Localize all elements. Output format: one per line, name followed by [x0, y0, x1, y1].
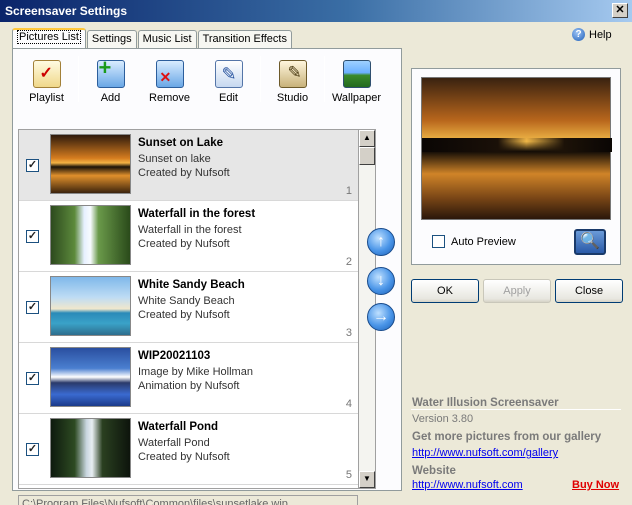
dialog-client: Pictures List Settings Music List Transi… [0, 22, 632, 505]
picture-thumbnail [50, 134, 131, 194]
window-title: Screensaver Settings [5, 4, 128, 18]
magnify-icon[interactable]: 🔍 [574, 229, 606, 255]
tab-music-list[interactable]: Music List [137, 30, 197, 48]
ok-button[interactable]: OK [411, 279, 479, 303]
tab-pictures-list[interactable]: Pictures List [12, 28, 86, 48]
item-index: 1 [345, 185, 352, 197]
product-version: Version 3.80 [412, 413, 474, 425]
item-description: White Sandy Beach [138, 295, 235, 307]
list-item[interactable]: ✓ Waterfall Pond Waterfall Pond Created … [19, 414, 358, 485]
item-credit: Created by Nufsoft [138, 167, 230, 179]
toolbar-separator [324, 56, 325, 102]
close-button[interactable]: Close [555, 279, 623, 303]
item-checkbox[interactable]: ✓ [26, 159, 39, 172]
move-right-button[interactable]: → [367, 303, 395, 331]
scroll-down-icon[interactable]: ▼ [359, 471, 375, 488]
item-credit: Created by Nufsoft [138, 238, 230, 250]
pictures-list-panel: Playlist Add Remove Edit Studio [12, 48, 402, 505]
item-description: Waterfall Pond [138, 437, 210, 449]
list-item[interactable]: ✓ Waterfall in the forest Waterfall in t… [19, 201, 358, 272]
add-picture-icon [96, 55, 125, 88]
tab-label: Pictures List [17, 30, 81, 44]
wallpaper-label: Wallpaper [331, 92, 382, 104]
gallery-text: Get more pictures from our gallery [412, 431, 602, 443]
wallpaper-icon [342, 60, 371, 88]
product-name: Water Illusion Screensaver [412, 397, 559, 409]
list-item[interactable]: ✓ Sunset on Lake Sunset on lake Created … [19, 130, 358, 201]
move-up-button[interactable]: ↑ [367, 228, 395, 256]
item-description: Sunset on lake [138, 153, 211, 165]
remove-picture-icon [155, 60, 184, 88]
item-index: 4 [345, 398, 352, 410]
item-title: WIP20021103 [138, 350, 211, 362]
tab-transition-effects[interactable]: Transition Effects [197, 30, 292, 48]
preview-panel: Auto Preview 🔍 [411, 68, 621, 265]
edit-icon [214, 60, 243, 88]
move-down-button[interactable]: ↓ [367, 267, 395, 295]
item-checkbox[interactable]: ✓ [26, 301, 39, 314]
website-label: Website [412, 465, 456, 477]
scroll-up-icon[interactable]: ▲ [359, 130, 375, 147]
remove-label: Remove [149, 92, 190, 104]
item-credit: Created by Nufsoft [138, 309, 230, 321]
edit-label: Edit [219, 92, 238, 104]
tab-strip: Pictures List Settings Music List Transi… [12, 28, 293, 48]
help-button[interactable]: ? Help [572, 28, 612, 41]
item-title: Waterfall in the forest [138, 208, 256, 220]
toolbar-separator [78, 56, 79, 102]
item-index: 2 [345, 256, 352, 268]
list-item[interactable]: ✓ WIP20021103 Image by Mike Hollman Anim… [19, 343, 358, 414]
playlist-label: Playlist [29, 92, 64, 104]
list-item[interactable]: ✓ White Sandy Beach White Sandy Beach Cr… [19, 272, 358, 343]
add-button[interactable]: Add [81, 53, 140, 105]
pictures-list[interactable]: ✓ Sunset on Lake Sunset on lake Created … [18, 129, 359, 489]
studio-button[interactable]: Studio [263, 53, 322, 105]
picture-thumbnail [50, 418, 131, 478]
item-checkbox[interactable]: ✓ [26, 372, 39, 385]
picture-thumbnail [50, 205, 131, 265]
apply-button[interactable]: Apply [483, 279, 551, 303]
item-description: Image by Mike Hollman [138, 366, 253, 378]
item-description: Waterfall in the forest [138, 224, 242, 236]
item-checkbox[interactable]: ✓ [26, 443, 39, 456]
auto-preview-checkbox[interactable] [432, 235, 445, 248]
scrollbar-thumb[interactable] [359, 147, 375, 165]
help-icon: ? [572, 28, 585, 41]
item-credit: Created by Nufsoft [138, 451, 230, 463]
info-divider [411, 409, 621, 410]
auto-preview-toggle[interactable]: Auto Preview [432, 235, 516, 248]
title-bar: Screensaver Settings ✕ [0, 0, 632, 22]
website-link[interactable]: http://www.nufsoft.com [412, 479, 523, 491]
tab-settings[interactable]: Settings [86, 30, 137, 48]
picture-thumbnail [50, 276, 131, 336]
toolbar: Playlist Add Remove Edit Studio [17, 53, 401, 105]
close-icon[interactable]: ✕ [612, 3, 628, 18]
playlist-button[interactable]: Playlist [17, 53, 76, 105]
playlist-icon [32, 60, 61, 88]
item-checkbox[interactable]: ✓ [26, 230, 39, 243]
item-title: Sunset on Lake [138, 137, 223, 149]
item-index: 5 [345, 469, 352, 481]
remove-button[interactable]: Remove [140, 53, 199, 105]
studio-icon [278, 60, 307, 88]
item-title: White Sandy Beach [138, 279, 245, 291]
item-title: Waterfall Pond [138, 421, 219, 433]
edit-button[interactable]: Edit [199, 53, 258, 105]
gallery-link[interactable]: http://www.nufsoft.com/gallery [412, 447, 558, 459]
toolbar-separator [260, 56, 261, 102]
picture-thumbnail [50, 347, 131, 407]
item-index: 3 [345, 327, 352, 339]
add-label: Add [100, 92, 121, 104]
preview-image [421, 77, 612, 220]
buy-now-link[interactable]: Buy Now [572, 479, 619, 491]
wallpaper-button[interactable]: Wallpaper [327, 53, 386, 105]
auto-preview-label: Auto Preview [451, 235, 516, 248]
file-path-field: C:\Program Files\Nufsoft\Common\files\su… [18, 495, 358, 505]
help-label: Help [589, 28, 612, 41]
studio-label: Studio [276, 92, 309, 104]
item-credit: Animation by Nufsoft [138, 380, 240, 392]
